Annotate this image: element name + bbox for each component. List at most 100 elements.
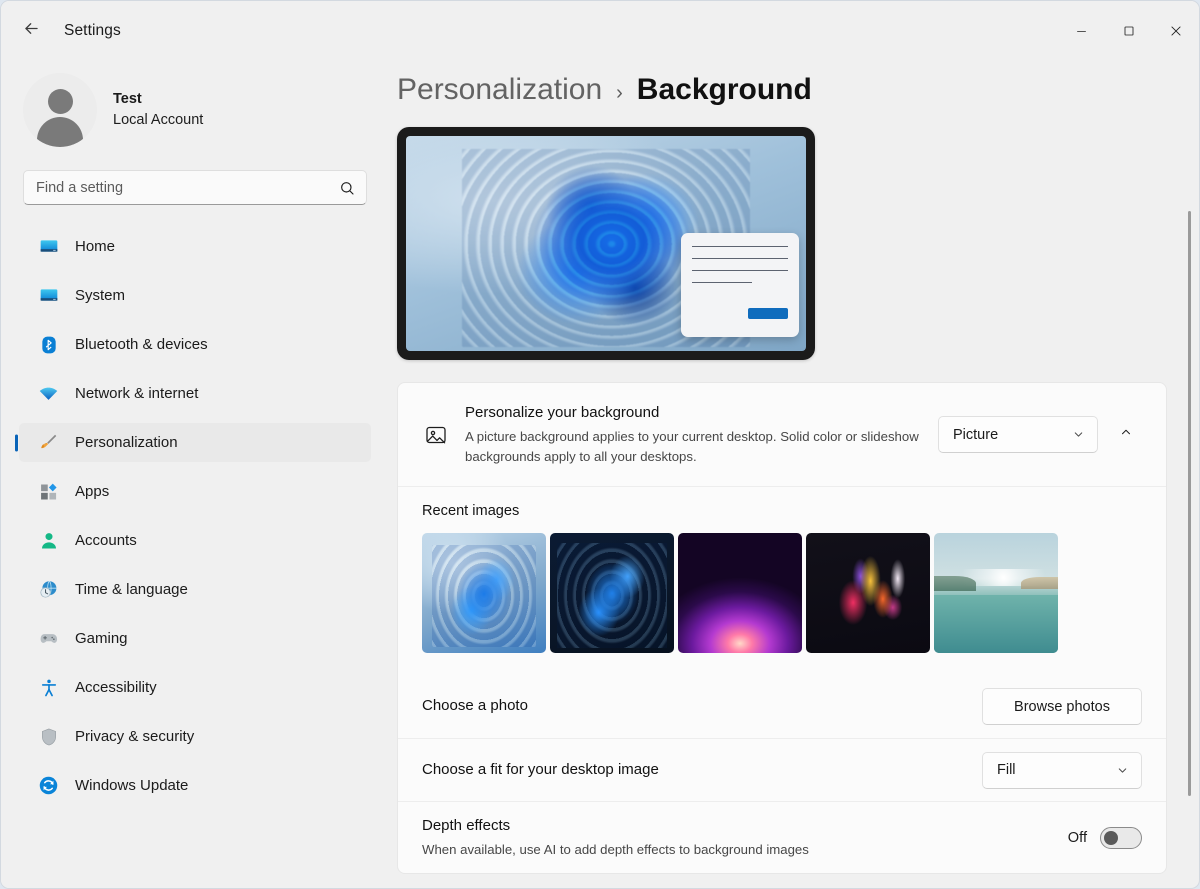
depth-effects-state-label: Off bbox=[1068, 830, 1087, 846]
thumbnail-wallpaper-bloom-dark[interactable] bbox=[550, 533, 674, 653]
globe-clock-icon bbox=[38, 579, 59, 600]
desktop-background-preview bbox=[397, 127, 815, 360]
sidebar-item-label: Privacy & security bbox=[75, 728, 194, 745]
depth-effects-toggle[interactable] bbox=[1100, 827, 1142, 849]
monitor-icon bbox=[38, 236, 59, 257]
wifi-icon bbox=[38, 383, 59, 404]
page-title: Background bbox=[637, 73, 812, 107]
sidebar-item-bluetooth-devices[interactable]: Bluetooth & devices bbox=[19, 325, 371, 364]
depth-effects-description: When available, use AI to add depth effe… bbox=[422, 840, 1052, 860]
sidebar: Test Local Account Home bbox=[1, 61, 389, 889]
gamepad-icon bbox=[38, 628, 59, 649]
scrollbar-thumb[interactable] bbox=[1188, 211, 1191, 796]
sidebar-item-privacy-security[interactable]: Privacy & security bbox=[19, 717, 371, 756]
sidebar-item-gaming[interactable]: Gaming bbox=[19, 619, 371, 658]
window-controls bbox=[1058, 1, 1199, 61]
shield-icon bbox=[38, 726, 59, 747]
bluetooth-icon bbox=[38, 334, 59, 355]
preview-screen bbox=[406, 136, 806, 351]
thumbnail-wallpaper-bloom-light[interactable] bbox=[422, 533, 546, 653]
paintbrush-icon bbox=[38, 432, 59, 453]
sidebar-item-label: Gaming bbox=[75, 630, 128, 647]
expand-collapse-button[interactable] bbox=[1110, 419, 1142, 451]
thumbnail-wallpaper-lake-sunrise[interactable] bbox=[934, 533, 1058, 653]
recent-images-section: Recent images bbox=[398, 486, 1166, 675]
arrow-left-icon bbox=[22, 19, 41, 43]
sidebar-item-label: Apps bbox=[75, 483, 109, 500]
sidebar-item-label: Personalization bbox=[75, 434, 178, 451]
sidebar-item-apps[interactable]: Apps bbox=[19, 472, 371, 511]
depth-effects-toggle-group: Off bbox=[1068, 827, 1142, 849]
fit-value: Fill bbox=[997, 762, 1016, 778]
accessibility-icon bbox=[38, 677, 59, 698]
content-scrollbar[interactable] bbox=[1185, 111, 1195, 870]
search-icon bbox=[339, 180, 355, 196]
personalize-background-description: A picture background applies to your cur… bbox=[465, 427, 922, 467]
sidebar-item-windows-update[interactable]: Windows Update bbox=[19, 766, 371, 805]
fit-select[interactable]: Fill bbox=[982, 752, 1142, 789]
sidebar-item-label: Time & language bbox=[75, 581, 188, 598]
background-settings-card: Personalize your background A picture ba… bbox=[397, 382, 1167, 874]
back-button[interactable] bbox=[14, 14, 48, 48]
settings-window: Settings Test Local Account bbox=[0, 0, 1200, 889]
toggle-knob bbox=[1104, 831, 1118, 845]
monitor-icon bbox=[38, 285, 59, 306]
personalize-background-title: Personalize your background bbox=[465, 402, 922, 425]
choose-photo-row: Choose a photo Browse photos bbox=[398, 675, 1166, 738]
depth-effects-row: Depth effects When available, use AI to … bbox=[398, 801, 1166, 873]
breadcrumb-separator-icon: › bbox=[616, 82, 623, 105]
sidebar-item-network-internet[interactable]: Network & internet bbox=[19, 374, 371, 413]
depth-effects-text: Depth effects When available, use AI to … bbox=[422, 815, 1068, 860]
sidebar-item-label: Network & internet bbox=[75, 385, 198, 402]
sidebar-item-personalization[interactable]: Personalization bbox=[19, 423, 371, 462]
image-icon bbox=[422, 423, 450, 447]
sidebar-item-label: Bluetooth & devices bbox=[75, 336, 208, 353]
content-pane: Personalization › Background bbox=[389, 61, 1199, 889]
avatar bbox=[23, 73, 97, 147]
sidebar-nav: Home System Bluetooth & devices bbox=[1, 227, 389, 805]
sidebar-item-label: Accessibility bbox=[75, 679, 157, 696]
sidebar-item-home[interactable]: Home bbox=[19, 227, 371, 266]
maximize-button[interactable] bbox=[1105, 1, 1152, 61]
browse-photos-button[interactable]: Browse photos bbox=[982, 688, 1142, 725]
chevron-down-icon bbox=[1116, 764, 1129, 777]
apps-grid-icon bbox=[38, 481, 59, 502]
background-type-value: Picture bbox=[953, 427, 998, 443]
account-summary[interactable]: Test Local Account bbox=[23, 73, 389, 147]
minimize-button[interactable] bbox=[1058, 1, 1105, 61]
thumbnail-wallpaper-purple-glow[interactable] bbox=[678, 533, 802, 653]
chevron-down-icon bbox=[1072, 428, 1085, 441]
search-input[interactable] bbox=[24, 180, 366, 196]
title-bar: Settings bbox=[1, 1, 1199, 61]
account-type: Local Account bbox=[113, 110, 203, 131]
person-icon bbox=[38, 530, 59, 551]
sidebar-item-label: Accounts bbox=[75, 532, 137, 549]
thumbnail-wallpaper-abstract-ribbons[interactable] bbox=[806, 533, 930, 653]
recent-images-list bbox=[422, 533, 1142, 653]
sidebar-item-accessibility[interactable]: Accessibility bbox=[19, 668, 371, 707]
choose-fit-label: Choose a fit for your desktop image bbox=[422, 759, 966, 782]
window-title: Settings bbox=[64, 22, 121, 40]
personalize-background-text: Personalize your background A picture ba… bbox=[465, 402, 938, 467]
sidebar-item-label: Home bbox=[75, 238, 115, 255]
breadcrumb-parent[interactable]: Personalization bbox=[397, 73, 602, 107]
depth-effects-title: Depth effects bbox=[422, 815, 1052, 838]
personalize-background-row: Personalize your background A picture ba… bbox=[398, 383, 1166, 486]
sidebar-item-time-language[interactable]: Time & language bbox=[19, 570, 371, 609]
choose-fit-row: Choose a fit for your desktop image Fill bbox=[398, 738, 1166, 801]
choose-photo-text: Choose a photo bbox=[422, 695, 982, 718]
preview-sample-button bbox=[748, 308, 788, 319]
chevron-up-icon bbox=[1119, 425, 1133, 444]
search-box[interactable] bbox=[23, 170, 367, 205]
background-type-select[interactable]: Picture bbox=[938, 416, 1098, 453]
recent-images-title: Recent images bbox=[422, 503, 1142, 519]
sidebar-item-accounts[interactable]: Accounts bbox=[19, 521, 371, 560]
choose-fit-text: Choose a fit for your desktop image bbox=[422, 759, 982, 782]
sidebar-item-system[interactable]: System bbox=[19, 276, 371, 315]
sidebar-item-label: Windows Update bbox=[75, 777, 188, 794]
choose-photo-label: Choose a photo bbox=[422, 695, 966, 718]
close-button[interactable] bbox=[1152, 1, 1199, 61]
sidebar-item-label: System bbox=[75, 287, 125, 304]
preview-sample-window bbox=[681, 233, 799, 337]
account-name: Test bbox=[113, 89, 203, 110]
